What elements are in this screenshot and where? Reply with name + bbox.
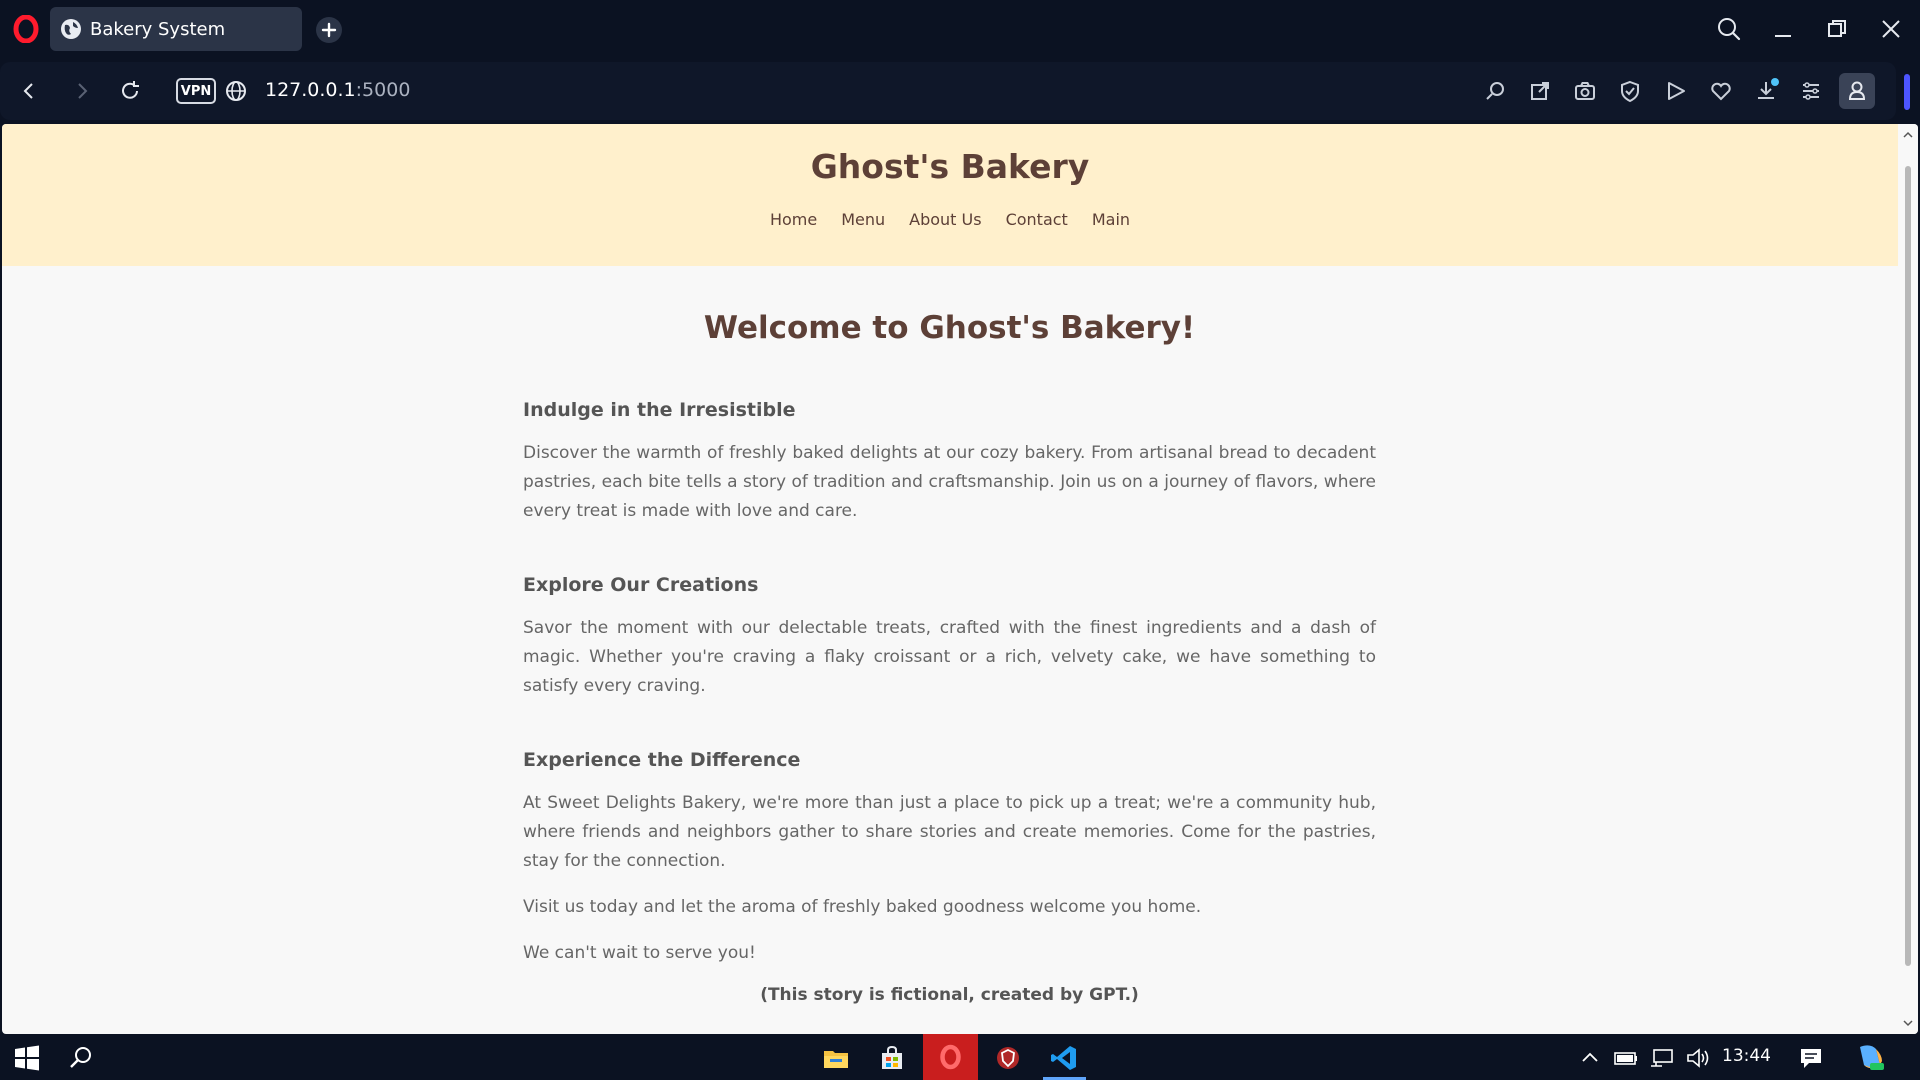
welcome-heading: Welcome to Ghost's Bakery! xyxy=(703,310,1196,346)
sidebar-indicator xyxy=(1904,74,1910,110)
snapshot-camera-icon[interactable] xyxy=(1570,76,1600,106)
opera-logo-icon[interactable] xyxy=(12,15,40,43)
windows-start-icon[interactable] xyxy=(13,1044,41,1072)
section-paragraph: We can't wait to serve you! xyxy=(523,943,756,963)
network-icon[interactable] xyxy=(1648,1044,1676,1072)
close-window-icon[interactable] xyxy=(1876,14,1906,44)
plus-icon xyxy=(321,22,337,38)
battery-icon[interactable] xyxy=(1612,1044,1640,1072)
chevron-up-icon[interactable] xyxy=(1576,1044,1604,1072)
nav-link-menu[interactable]: Menu xyxy=(841,210,885,229)
section-paragraph: Visit us today and let the aroma of fres… xyxy=(523,897,1202,917)
back-icon[interactable] xyxy=(14,76,44,106)
browser-titlebar: Bakery System xyxy=(0,0,1920,60)
search-icon[interactable] xyxy=(67,1044,95,1072)
site-title: Ghost's Bakery xyxy=(810,147,1090,186)
volume-icon[interactable] xyxy=(1684,1044,1712,1072)
file-explorer-icon[interactable] xyxy=(822,1044,850,1072)
section-paragraph: Savor the moment with our delectable tre… xyxy=(523,618,1376,696)
tab-bakery-system[interactable]: Bakery System xyxy=(50,7,302,51)
forward-icon[interactable] xyxy=(67,76,97,106)
share-icon[interactable] xyxy=(1525,76,1555,106)
globe-favicon-icon xyxy=(61,19,81,39)
search-page-icon[interactable] xyxy=(1480,76,1510,106)
section-heading-experience: Experience the Difference xyxy=(523,749,801,771)
site-nav: Home Menu About Us Contact Main xyxy=(2,210,1898,229)
vscode-icon[interactable] xyxy=(1050,1044,1078,1072)
main-content: Welcome to Ghost's Bakery! Indulge in th… xyxy=(523,266,1376,1005)
user-profile-icon xyxy=(1848,81,1866,100)
section-heading-indulge: Indulge in the Irresistible xyxy=(523,399,796,421)
restore-icon[interactable] xyxy=(1822,14,1852,44)
address-bar: VPN 127.0.0.1:5000 xyxy=(0,62,1896,120)
nav-link-about-us[interactable]: About Us xyxy=(909,210,981,229)
search-tabs-icon[interactable] xyxy=(1714,14,1744,44)
site-info-globe-icon[interactable] xyxy=(221,76,251,106)
taskbar: 13:44 xyxy=(0,1034,1920,1080)
tab-title: Bakery System xyxy=(90,18,226,40)
sidebar-toggle[interactable] xyxy=(1896,62,1920,120)
vpn-badge[interactable]: VPN xyxy=(176,78,216,104)
ad-blocker-shield-icon[interactable] xyxy=(1615,76,1645,106)
microsoft-store-icon[interactable] xyxy=(878,1044,906,1072)
easy-setup-icon[interactable] xyxy=(1796,76,1826,106)
copilot-icon[interactable] xyxy=(1854,1041,1886,1073)
fictional-note: (This story is fictional, created by GPT… xyxy=(760,985,1139,1005)
scroll-up-icon[interactable] xyxy=(1902,130,1914,140)
site-header: Ghost's Bakery Home Menu About Us Contac… xyxy=(2,124,1898,266)
reload-icon[interactable] xyxy=(115,76,145,106)
send-flow-icon[interactable] xyxy=(1661,76,1691,106)
new-tab-button[interactable] xyxy=(316,17,342,43)
scroll-thumb[interactable] xyxy=(1905,166,1911,966)
nav-link-contact[interactable]: Contact xyxy=(1006,210,1068,229)
brave-browser-icon[interactable] xyxy=(994,1044,1022,1072)
downloads-icon[interactable] xyxy=(1751,76,1781,106)
section-paragraph: Discover the warmth of freshly baked del… xyxy=(523,443,1376,521)
url-field[interactable]: 127.0.0.1:5000 xyxy=(265,79,410,101)
url-host: 127.0.0.1 xyxy=(265,79,356,101)
minimize-icon[interactable] xyxy=(1768,14,1798,44)
taskbar-clock[interactable]: 13:44 xyxy=(1722,1046,1771,1066)
section-paragraph: At Sweet Delights Bakery, we're more tha… xyxy=(523,793,1376,871)
page-scrollbar[interactable] xyxy=(1898,124,1918,1034)
notifications-icon[interactable] xyxy=(1797,1044,1825,1072)
scroll-down-icon[interactable] xyxy=(1902,1018,1914,1028)
url-port: :5000 xyxy=(355,79,411,101)
page-viewport: Ghost's Bakery Home Menu About Us Contac… xyxy=(2,124,1918,1034)
nav-link-main[interactable]: Main xyxy=(1092,210,1130,229)
opera-taskbar-icon xyxy=(940,1044,961,1070)
opera-taskbar-active[interactable] xyxy=(923,1034,978,1080)
section-heading-explore: Explore Our Creations xyxy=(523,574,759,596)
profile-button[interactable] xyxy=(1839,73,1875,109)
bookmarks-heart-icon[interactable] xyxy=(1706,76,1736,106)
nav-link-home[interactable]: Home xyxy=(770,210,817,229)
